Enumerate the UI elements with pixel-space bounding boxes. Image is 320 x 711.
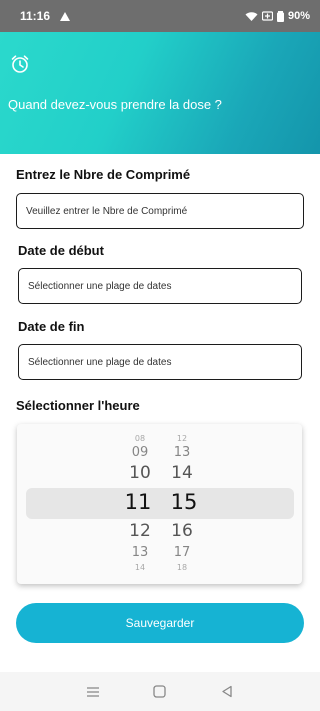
battery-level: 90% (287, 10, 310, 22)
picker-selection-highlight (26, 488, 294, 519)
start-date-field[interactable]: Sélectionner une plage de dates (18, 268, 302, 304)
start-date-label: Date de début (18, 243, 104, 258)
hour-option[interactable]: 10 (129, 465, 151, 482)
menu-icon (87, 686, 100, 697)
home-icon (153, 685, 167, 698)
minute-option[interactable]: 12 (177, 435, 187, 443)
back-button[interactable] (217, 682, 237, 702)
recent-apps-button[interactable] (83, 682, 103, 702)
home-button[interactable] (150, 682, 170, 702)
minute-option[interactable]: 16 (171, 523, 193, 540)
selected-hour[interactable]: 11 (125, 492, 152, 513)
save-button[interactable]: Sauvegarder (16, 603, 304, 643)
hour-option[interactable]: 08 (135, 435, 145, 443)
time-picker[interactable]: 08 09 10 11 12 13 14 12 13 14 15 16 17 1… (17, 424, 302, 584)
time-label: Sélectionner l'heure (16, 398, 140, 413)
minute-option[interactable]: 14 (171, 465, 193, 482)
selected-minute[interactable]: 15 (171, 492, 198, 513)
wifi-icon (245, 11, 258, 21)
status-time: 11:16 (20, 9, 51, 23)
dose-form (0, 154, 320, 672)
status-bar: 11:16 90% (0, 0, 320, 32)
minute-option[interactable]: 18 (177, 564, 187, 572)
back-icon (221, 685, 232, 698)
hour-option[interactable]: 09 (132, 446, 149, 459)
header: Quand devez-vous prendre la dose ? (0, 32, 320, 154)
alarm-clock-icon (11, 55, 29, 73)
tablets-label: Entrez le Nbre de Comprimé (16, 167, 191, 182)
end-date-label: Date de fin (18, 319, 85, 334)
battery-icon (276, 10, 284, 22)
minute-option[interactable]: 17 (174, 546, 191, 559)
page-title: Quand devez-vous prendre la dose ? (8, 97, 222, 112)
warning-icon (60, 11, 71, 21)
minute-option[interactable]: 13 (174, 446, 191, 459)
hour-option[interactable]: 13 (132, 546, 149, 559)
hour-option[interactable]: 12 (129, 523, 151, 540)
system-nav-bar (0, 672, 320, 711)
battery-saver-icon (261, 11, 273, 21)
tablets-count-input[interactable]: Veuillez entrer le Nbre de Comprimé (16, 193, 304, 229)
end-date-field[interactable]: Sélectionner une plage de dates (18, 344, 302, 380)
hour-option[interactable]: 14 (135, 564, 145, 572)
